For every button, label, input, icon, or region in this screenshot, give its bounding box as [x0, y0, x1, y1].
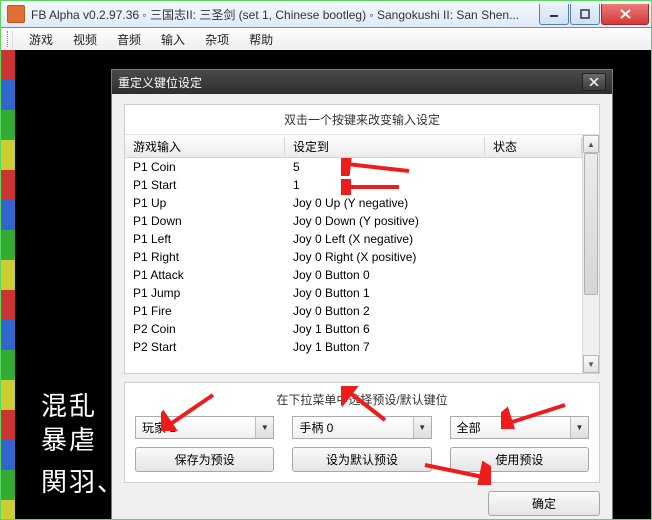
keymap-group-title: 双击一个按键来改变输入设定: [125, 105, 599, 134]
menu-help[interactable]: 帮助: [239, 29, 283, 50]
maximize-button[interactable]: [570, 4, 600, 25]
scroll-thumb[interactable]: [584, 153, 598, 295]
cell-setto: Joy 0 Button 1: [285, 286, 485, 300]
col-set-to[interactable]: 设定到: [285, 138, 485, 155]
vertical-scrollbar[interactable]: ▲ ▼: [582, 135, 599, 373]
close-button[interactable]: [601, 4, 649, 25]
set-default-button[interactable]: 设为默认预设: [292, 447, 431, 472]
menu-bar: 游戏 视频 音频 输入 杂项 帮助: [1, 28, 651, 51]
menu-video[interactable]: 视频: [63, 29, 107, 50]
device-combo[interactable]: 手柄 0 ▼: [292, 416, 431, 439]
cell-input: P1 Coin: [125, 160, 285, 174]
cell-setto: Joy 1 Button 6: [285, 322, 485, 336]
preset-groupbox: 在下拉菜单中选择预设/默认键位 玩家 1 ▼ 手柄 0 ▼ 全部 ▼: [124, 382, 600, 483]
minimize-button[interactable]: [539, 4, 569, 25]
cell-setto: Joy 1 Button 7: [285, 340, 485, 354]
table-row[interactable]: P1 JumpJoy 0 Button 1: [125, 284, 582, 302]
player-combo[interactable]: 玩家 1 ▼: [135, 416, 274, 439]
chevron-down-icon: ▼: [413, 417, 431, 438]
cell-setto: Joy 0 Up (Y negative): [285, 196, 485, 210]
cell-setto: Joy 0 Button 2: [285, 304, 485, 318]
cell-input: P1 Start: [125, 178, 285, 192]
table-row[interactable]: P1 LeftJoy 0 Left (X negative): [125, 230, 582, 248]
cell-setto: Joy 0 Down (Y positive): [285, 214, 485, 228]
cell-input: P1 Jump: [125, 286, 285, 300]
scroll-up-button[interactable]: ▲: [583, 135, 599, 153]
table-row[interactable]: P1 Coin5: [125, 158, 582, 176]
col-status[interactable]: 状态: [485, 138, 582, 155]
cell-setto: Joy 0 Left (X negative): [285, 232, 485, 246]
player-combo-value: 玩家 1: [142, 419, 176, 436]
dialog-titlebar[interactable]: 重定义键位设定: [112, 70, 612, 94]
table-row[interactable]: P2 CoinJoy 1 Button 6: [125, 320, 582, 338]
cell-input: P1 Attack: [125, 268, 285, 282]
cell-input: P1 Down: [125, 214, 285, 228]
bg-text-2: 暴虐: [41, 420, 97, 457]
menu-misc[interactable]: 杂项: [195, 29, 239, 50]
chevron-down-icon: ▼: [570, 417, 588, 438]
main-window: FB Alpha v0.2.97.36 ◦ 三国志II: 三圣剑 (set 1,…: [1, 1, 651, 519]
scroll-down-button[interactable]: ▼: [583, 355, 599, 373]
dialog-body: 双击一个按键来改变输入设定 游戏输入 设定到 状态 P1 Coin5P1 Sta…: [112, 94, 612, 520]
preset-group-title: 在下拉菜单中选择预设/默认键位: [135, 389, 589, 416]
table-row[interactable]: P1 RightJoy 0 Right (X positive): [125, 248, 582, 266]
bg-text-1: 混乱: [41, 386, 97, 423]
table-row[interactable]: P2 StartJoy 1 Button 7: [125, 338, 582, 356]
device-combo-value: 手柄 0: [299, 419, 333, 436]
cell-input: P1 Right: [125, 250, 285, 264]
menu-game[interactable]: 游戏: [19, 29, 63, 50]
keymap-dialog: 重定义键位设定 双击一个按键来改变输入设定 游戏输入 设定到 状态 P1 Coi…: [111, 69, 613, 520]
cell-setto: Joy 0 Button 0: [285, 268, 485, 282]
keymap-groupbox: 双击一个按键来改变输入设定 游戏输入 设定到 状态 P1 Coin5P1 Sta…: [124, 104, 600, 374]
scope-combo[interactable]: 全部 ▼: [450, 416, 589, 439]
cell-input: P2 Start: [125, 340, 285, 354]
table-row[interactable]: P1 UpJoy 0 Up (Y negative): [125, 194, 582, 212]
scope-combo-value: 全部: [457, 419, 481, 436]
app-icon: [7, 5, 25, 23]
table-row[interactable]: P1 DownJoy 0 Down (Y positive): [125, 212, 582, 230]
keymap-list: 游戏输入 设定到 状态 P1 Coin5P1 Start1P1 UpJoy 0 …: [125, 134, 599, 373]
cell-input: P1 Fire: [125, 304, 285, 318]
table-row[interactable]: P1 FireJoy 0 Button 2: [125, 302, 582, 320]
ok-button[interactable]: 确定: [488, 491, 600, 516]
menu-input[interactable]: 输入: [151, 29, 195, 50]
cell-input: P1 Left: [125, 232, 285, 246]
use-preset-button[interactable]: 使用预设: [450, 447, 589, 472]
list-header: 游戏输入 设定到 状态: [125, 135, 582, 158]
window-controls: [538, 4, 649, 24]
cell-setto: 5: [285, 160, 485, 174]
col-game-input[interactable]: 游戏输入: [125, 138, 285, 155]
game-side-strip: [1, 50, 15, 519]
chevron-down-icon: ▼: [255, 417, 273, 438]
menu-audio[interactable]: 音频: [107, 29, 151, 50]
dialog-close-button[interactable]: [582, 73, 606, 91]
list-rows: P1 Coin5P1 Start1P1 UpJoy 0 Up (Y negati…: [125, 158, 582, 356]
cell-input: P1 Up: [125, 196, 285, 210]
dialog-title: 重定义键位设定: [118, 74, 582, 91]
table-row[interactable]: P1 Start1: [125, 176, 582, 194]
table-row[interactable]: P1 AttackJoy 0 Button 0: [125, 266, 582, 284]
save-preset-button[interactable]: 保存为预设: [135, 447, 274, 472]
cell-setto: Joy 0 Right (X positive): [285, 250, 485, 264]
window-title: FB Alpha v0.2.97.36 ◦ 三国志II: 三圣剑 (set 1,…: [31, 6, 538, 23]
titlebar[interactable]: FB Alpha v0.2.97.36 ◦ 三国志II: 三圣剑 (set 1,…: [1, 1, 651, 28]
cell-setto: 1: [285, 178, 485, 192]
toolbar-grip: [7, 31, 13, 47]
cell-input: P2 Coin: [125, 322, 285, 336]
